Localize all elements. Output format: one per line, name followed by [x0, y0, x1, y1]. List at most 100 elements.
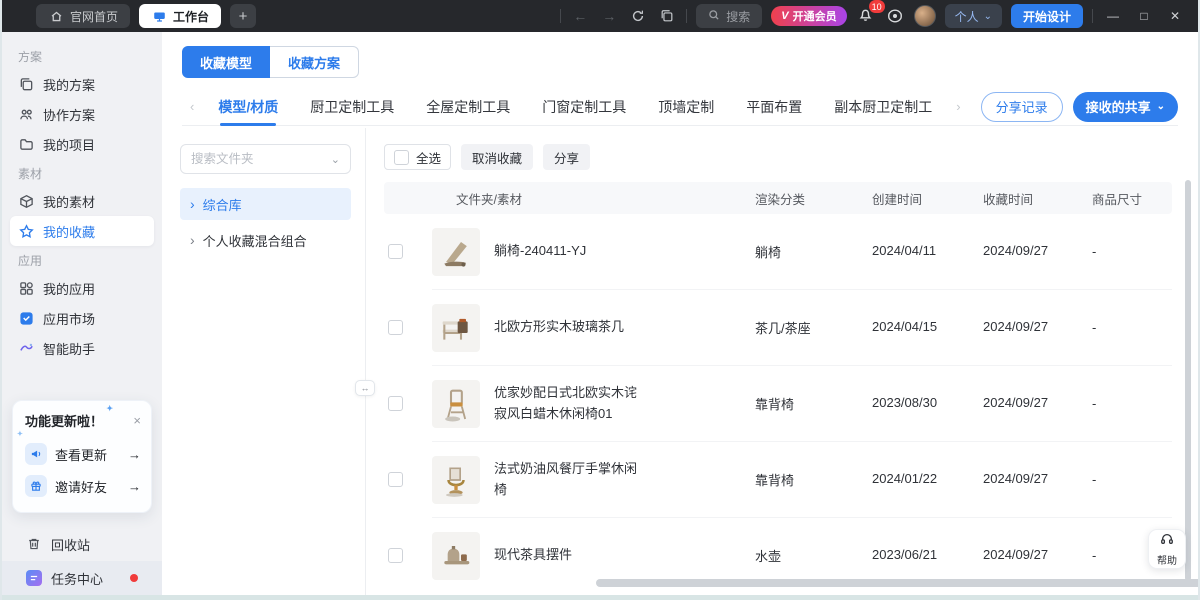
megaphone-icon [25, 443, 47, 465]
tabs-scroll-right-icon[interactable]: › [948, 99, 968, 114]
maximize-button[interactable]: □ [1133, 9, 1155, 23]
sidebar-item-recycle-bin[interactable]: 回收站 [10, 527, 154, 561]
main-content: 收藏模型 收藏方案 ‹ 模型/材质 厨卫定制工具 全屋定制工具 门窗定制工具 顶… [162, 32, 1198, 595]
table-row[interactable]: 优家妙配日式北欧实木诧寂风白蜡木休闲椅01 靠背椅 2023/08/30 202… [384, 366, 1172, 441]
content-body: ⌄ › 综合库 › 个人收藏混合组合 ↔ [162, 128, 1198, 595]
row-checkbox[interactable] [388, 396, 403, 411]
forward-icon[interactable]: → [599, 8, 619, 24]
sidebar-item-collab-schemes[interactable]: 协作方案 [10, 99, 154, 129]
item-category: 茶几/茶座 [755, 318, 872, 337]
horizontal-scrollbar[interactable] [596, 579, 1198, 587]
notifications-button[interactable]: 10 [856, 7, 876, 25]
item-created: 2023/06/21 [872, 546, 952, 565]
minimize-button[interactable]: — [1102, 9, 1124, 23]
monitor-icon [151, 8, 167, 24]
column-header-category: 渲染分类 [755, 189, 872, 208]
sidebar-item-my-schemes[interactable]: 我的方案 [10, 69, 154, 99]
sidebar-item-my-materials[interactable]: 我的素材 [10, 186, 154, 216]
sidebar-item-my-projects[interactable]: 我的项目 [10, 129, 154, 159]
row-checkbox[interactable] [388, 244, 403, 259]
profile-dropdown[interactable]: 个人 ⌄ [945, 4, 1002, 28]
folder-item-general-library[interactable]: › 综合库 [180, 188, 351, 220]
table-row[interactable]: 躺椅-240411-YJ 躺椅 2024/04/11 2024/09/27 - [384, 214, 1172, 289]
folder-panel: ⌄ › 综合库 › 个人收藏混合组合 [162, 128, 365, 595]
tabs-scroll-left-icon[interactable]: ‹ [182, 99, 202, 114]
ai-assistant-icon [18, 340, 34, 356]
view-updates-link[interactable]: 查看更新 → [25, 438, 141, 470]
search-icon [708, 9, 720, 24]
app-market-icon [18, 310, 34, 326]
item-size: - [1092, 396, 1172, 411]
divider [1092, 9, 1093, 23]
close-icon[interactable]: × [133, 413, 141, 428]
table-row[interactable]: 北欧方形实木玻璃茶几 茶几/茶座 2024/04/15 2024/09/27 - [384, 290, 1172, 365]
close-button[interactable]: ✕ [1164, 9, 1186, 23]
eye-settings-icon[interactable] [885, 8, 905, 24]
folder-item-personal-mix[interactable]: › 个人收藏混合组合 [180, 224, 351, 256]
column-header-size: 商品尺寸 [1092, 189, 1172, 208]
tab-models-materials[interactable]: 模型/材质 [218, 88, 278, 126]
tab-kitchen-bath-tool[interactable]: 厨卫定制工具 [310, 88, 394, 126]
tab-favorite-schemes[interactable]: 收藏方案 [270, 46, 359, 78]
user-avatar[interactable] [914, 5, 936, 27]
folder-search-box[interactable]: ⌄ [180, 144, 351, 174]
refresh-icon[interactable] [628, 9, 648, 23]
select-all-button[interactable]: 全选 [384, 144, 451, 170]
tab-whole-house-tool[interactable]: 全屋定制工具 [426, 88, 510, 126]
invite-friends-link[interactable]: 邀请好友 → [25, 470, 141, 502]
sidebar-item-ai-assistant[interactable]: 智能助手 [10, 333, 154, 363]
profile-label: 个人 [955, 8, 979, 25]
share-button[interactable]: 分享 [543, 144, 590, 170]
item-category: 躺椅 [755, 242, 872, 261]
tab-workbench[interactable]: 工作台 [139, 4, 221, 28]
task-alert-dot [130, 574, 138, 582]
sidebar-item-task-center[interactable]: 任务中心 [2, 561, 162, 595]
chevron-down-icon[interactable]: ⌄ [331, 153, 340, 166]
collaborators-icon [18, 106, 34, 122]
select-all-checkbox[interactable] [394, 150, 409, 165]
item-favorited: 2024/09/27 [983, 394, 1049, 413]
item-favorited: 2024/09/27 [983, 546, 1049, 565]
tab-favorite-models[interactable]: 收藏模型 [182, 46, 270, 78]
row-checkbox[interactable] [388, 548, 403, 563]
item-size: - [1092, 320, 1172, 335]
sidebar-item-my-apps[interactable]: 我的应用 [10, 273, 154, 303]
arrow-right-icon: → [128, 479, 141, 494]
chevron-down-icon: ⌄ [1157, 101, 1165, 112]
tab-door-window-tool[interactable]: 门窗定制工具 [542, 88, 626, 126]
item-created: 2024/04/11 [872, 242, 952, 261]
member-upgrade-badge[interactable]: V 开通会员 [771, 6, 846, 26]
item-size: - [1092, 244, 1172, 259]
start-design-button[interactable]: 开始设计 [1011, 4, 1083, 28]
back-icon[interactable]: ← [570, 8, 590, 24]
row-checkbox[interactable] [388, 472, 403, 487]
folder-search-input[interactable] [191, 152, 331, 166]
tab-home[interactable]: 官网首页 [36, 4, 130, 28]
help-button[interactable]: 帮助 [1148, 529, 1186, 569]
tab-ceiling-custom[interactable]: 顶墙定制 [658, 88, 714, 126]
vertical-scrollbar[interactable] [1185, 180, 1191, 581]
chevron-down-icon: ⌄ [984, 11, 992, 22]
unfavorite-button[interactable]: 取消收藏 [461, 144, 533, 170]
tab-floor-plan[interactable]: 平面布置 [746, 88, 802, 126]
column-header-name: 文件夹/素材 [432, 189, 755, 208]
help-label: 帮助 [1157, 552, 1177, 567]
tab-copy-kitchen-bath[interactable]: 副本厨卫定制工 [834, 88, 932, 126]
cube-icon [18, 193, 34, 209]
section-title-apps: 应用 [10, 246, 154, 273]
sidebar-item-app-market[interactable]: 应用市场 [10, 303, 154, 333]
update-card-title: 功能更新啦！ [25, 411, 103, 430]
share-record-button[interactable]: 分享记录 [981, 92, 1063, 122]
star-icon [18, 223, 34, 239]
global-search[interactable]: 搜索 [696, 4, 762, 28]
copy-pages-icon[interactable] [657, 9, 677, 23]
row-checkbox[interactable] [388, 320, 403, 335]
item-name: 法式奶油风餐厅手掌休闲椅 [494, 459, 646, 499]
sidebar-spacer [10, 363, 154, 400]
sidebar-item-my-favorites[interactable]: 我的收藏 [10, 216, 154, 246]
new-tab-button[interactable]: + [230, 4, 256, 28]
feature-update-card: 功能更新啦！ × 查看更新 → 邀请好友 → [12, 400, 152, 513]
received-share-button[interactable]: 接收的共享 ⌄ [1073, 92, 1178, 122]
item-favorited: 2024/09/27 [983, 242, 1049, 261]
table-row[interactable]: 法式奶油风餐厅手掌休闲椅 靠背椅 2024/01/22 2024/09/27 - [384, 442, 1172, 517]
